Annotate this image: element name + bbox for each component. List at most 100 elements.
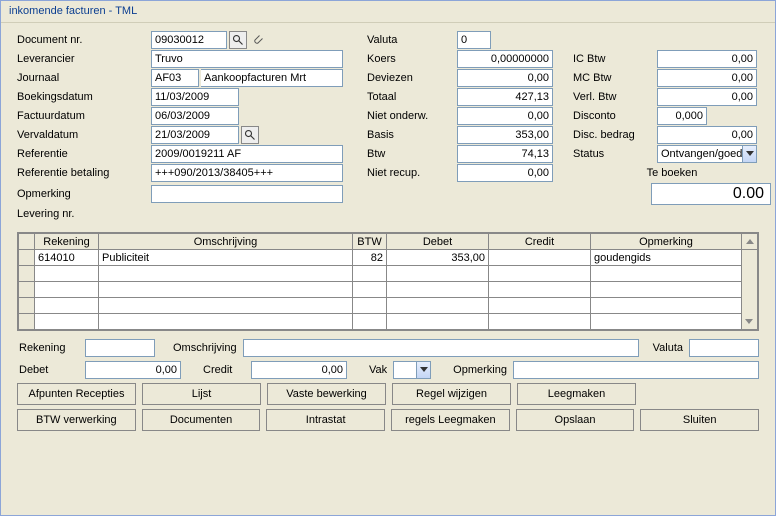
vervaldatum-field[interactable]: 21/03/2009 bbox=[151, 126, 239, 144]
label-disc-bedrag: Disc. bedrag bbox=[573, 127, 657, 143]
journaal-naam-field[interactable]: Aankoopfacturen Mrt bbox=[201, 69, 343, 87]
label-totaal: Totaal bbox=[367, 89, 457, 105]
regel-wijzigen-button[interactable]: Regel wijzigen bbox=[392, 383, 511, 405]
label-btw: Btw bbox=[367, 146, 457, 162]
label-niet-recup: Niet recup. bbox=[367, 165, 457, 181]
ic-btw-field[interactable]: 0,00 bbox=[657, 50, 757, 68]
title-prefix: inkomende facturen bbox=[9, 5, 106, 17]
sluiten-button[interactable]: Sluiten bbox=[640, 409, 759, 431]
edit-label-rekening: Rekening bbox=[17, 342, 81, 354]
label-koers: Koers bbox=[367, 51, 457, 67]
label-ic-btw: IC Btw bbox=[573, 51, 657, 67]
leegmaken-button[interactable]: Leegmaken bbox=[517, 383, 636, 405]
col-btw[interactable]: BTW bbox=[353, 234, 387, 250]
search-vervaldatum-icon[interactable] bbox=[241, 126, 259, 144]
label-te-boeken: Te boeken bbox=[573, 167, 771, 179]
label-niet-onderw: Niet onderw. bbox=[367, 108, 457, 124]
edit-label-opmerking: Opmerking bbox=[451, 364, 509, 376]
deviezen-field[interactable]: 0,00 bbox=[457, 69, 553, 87]
chevron-down-icon[interactable] bbox=[416, 362, 430, 378]
scroll-up-icon[interactable] bbox=[742, 234, 758, 250]
scroll-down-icon[interactable] bbox=[742, 250, 758, 330]
referentie-betaling-field[interactable]: +++090/2013/38405+++ bbox=[151, 164, 343, 182]
label-boekingsdatum: Boekingsdatum bbox=[17, 89, 151, 105]
form-area: Document nr. 09030012 Valuta 0 Leveranci… bbox=[1, 23, 775, 226]
lijst-button[interactable]: Lijst bbox=[142, 383, 261, 405]
journaal-code-field[interactable]: AF03 bbox=[151, 69, 199, 87]
disc-bedrag-field[interactable]: 0,00 bbox=[657, 126, 757, 144]
title-suffix: TML bbox=[115, 5, 137, 17]
label-verl-btw: Verl. Btw bbox=[573, 89, 657, 105]
totaal-field[interactable]: 427,13 bbox=[457, 88, 553, 106]
btw-field[interactable]: 74,13 bbox=[457, 145, 553, 163]
koers-field[interactable]: 0,00000000 bbox=[457, 50, 553, 68]
cell-btw[interactable]: 82 bbox=[353, 250, 387, 266]
window-titlebar: inkomende facturen - TML bbox=[1, 1, 775, 23]
valuta-field[interactable]: 0 bbox=[457, 31, 491, 49]
edit-debet-field[interactable]: 0,00 bbox=[85, 361, 181, 379]
basis-field[interactable]: 353,00 bbox=[457, 126, 553, 144]
edit-label-omschrijving: Omschrijving bbox=[171, 342, 239, 354]
col-credit[interactable]: Credit bbox=[489, 234, 591, 250]
niet-onderw-field[interactable]: 0,00 bbox=[457, 107, 553, 125]
disconto-field[interactable]: 0,000 bbox=[657, 107, 707, 125]
label-basis: Basis bbox=[367, 127, 457, 143]
label-valuta: Valuta bbox=[367, 32, 457, 48]
cell-omschrijving[interactable]: Publiciteit bbox=[99, 250, 353, 266]
edit-label-credit: Credit bbox=[201, 364, 247, 376]
afpunten-recepties-button[interactable]: Afpunten Recepties bbox=[17, 383, 136, 405]
button-row-1: Afpunten Recepties Lijst Vaste bewerking… bbox=[17, 383, 759, 405]
table-row[interactable] bbox=[19, 298, 758, 314]
boekingsdatum-field[interactable]: 11/03/2009 bbox=[151, 88, 239, 106]
chevron-down-icon[interactable] bbox=[742, 146, 756, 162]
edit-label-valuta: Valuta bbox=[651, 342, 685, 354]
label-referentie: Referentie bbox=[17, 146, 151, 162]
edit-label-vak: Vak bbox=[367, 364, 389, 376]
documenten-button[interactable]: Documenten bbox=[142, 409, 261, 431]
intrastat-button[interactable]: Intrastat bbox=[266, 409, 385, 431]
table-row[interactable]: 614010 Publiciteit 82 353,00 goudengids bbox=[19, 250, 758, 266]
regels-leegmaken-button[interactable]: regels Leegmaken bbox=[391, 409, 510, 431]
spacer bbox=[642, 383, 759, 405]
factuurdatum-field[interactable]: 06/03/2009 bbox=[151, 107, 239, 125]
opmerking-field[interactable] bbox=[151, 185, 343, 203]
edit-credit-field[interactable]: 0,00 bbox=[251, 361, 347, 379]
label-referentie-betaling: Referentie betaling bbox=[17, 165, 151, 181]
table-row[interactable] bbox=[19, 266, 758, 282]
edit-valuta-field[interactable] bbox=[689, 339, 759, 357]
btw-verwerking-button[interactable]: BTW verwerking bbox=[17, 409, 136, 431]
label-journaal: Journaal bbox=[17, 70, 151, 86]
te-boeken-value: 0.00 bbox=[651, 183, 771, 205]
label-mc-btw: MC Btw bbox=[573, 70, 657, 86]
verl-btw-field[interactable]: 0,00 bbox=[657, 88, 757, 106]
col-debet[interactable]: Debet bbox=[387, 234, 489, 250]
label-disconto: Disconto bbox=[573, 108, 657, 124]
cell-debet[interactable]: 353,00 bbox=[387, 250, 489, 266]
table-row[interactable] bbox=[19, 314, 758, 330]
label-factuurdatum: Factuurdatum bbox=[17, 108, 151, 124]
edit-omschrijving-field[interactable] bbox=[243, 339, 639, 357]
niet-recup-field[interactable]: 0,00 bbox=[457, 164, 553, 182]
referentie-field[interactable]: 2009/0019211 AF bbox=[151, 145, 343, 163]
leverancier-field[interactable]: Truvo bbox=[151, 50, 343, 68]
search-doc-icon[interactable] bbox=[229, 31, 247, 49]
cell-opmerking[interactable]: goudengids bbox=[591, 250, 742, 266]
table-row[interactable] bbox=[19, 282, 758, 298]
button-row-2: BTW verwerking Documenten Intrastat rege… bbox=[17, 409, 759, 431]
document-nr-field[interactable]: 09030012 bbox=[151, 31, 227, 49]
attachment-icon[interactable] bbox=[249, 31, 267, 49]
vaste-bewerking-button[interactable]: Vaste bewerking bbox=[267, 383, 386, 405]
title-sep: - bbox=[106, 5, 116, 17]
col-opmerking[interactable]: Opmerking bbox=[591, 234, 742, 250]
label-deviezen: Deviezen bbox=[367, 70, 457, 86]
mc-btw-field[interactable]: 0,00 bbox=[657, 69, 757, 87]
col-rekening[interactable]: Rekening bbox=[35, 234, 99, 250]
label-opmerking: Opmerking bbox=[17, 186, 151, 202]
edit-opmerking-field[interactable] bbox=[513, 361, 759, 379]
edit-rekening-field[interactable] bbox=[85, 339, 155, 357]
cell-credit[interactable] bbox=[489, 250, 591, 266]
col-omschrijving[interactable]: Omschrijving bbox=[99, 234, 353, 250]
lines-grid[interactable]: Rekening Omschrijving BTW Debet Credit O… bbox=[17, 232, 759, 331]
cell-rekening[interactable]: 614010 bbox=[35, 250, 99, 266]
opslaan-button[interactable]: Opslaan bbox=[516, 409, 635, 431]
